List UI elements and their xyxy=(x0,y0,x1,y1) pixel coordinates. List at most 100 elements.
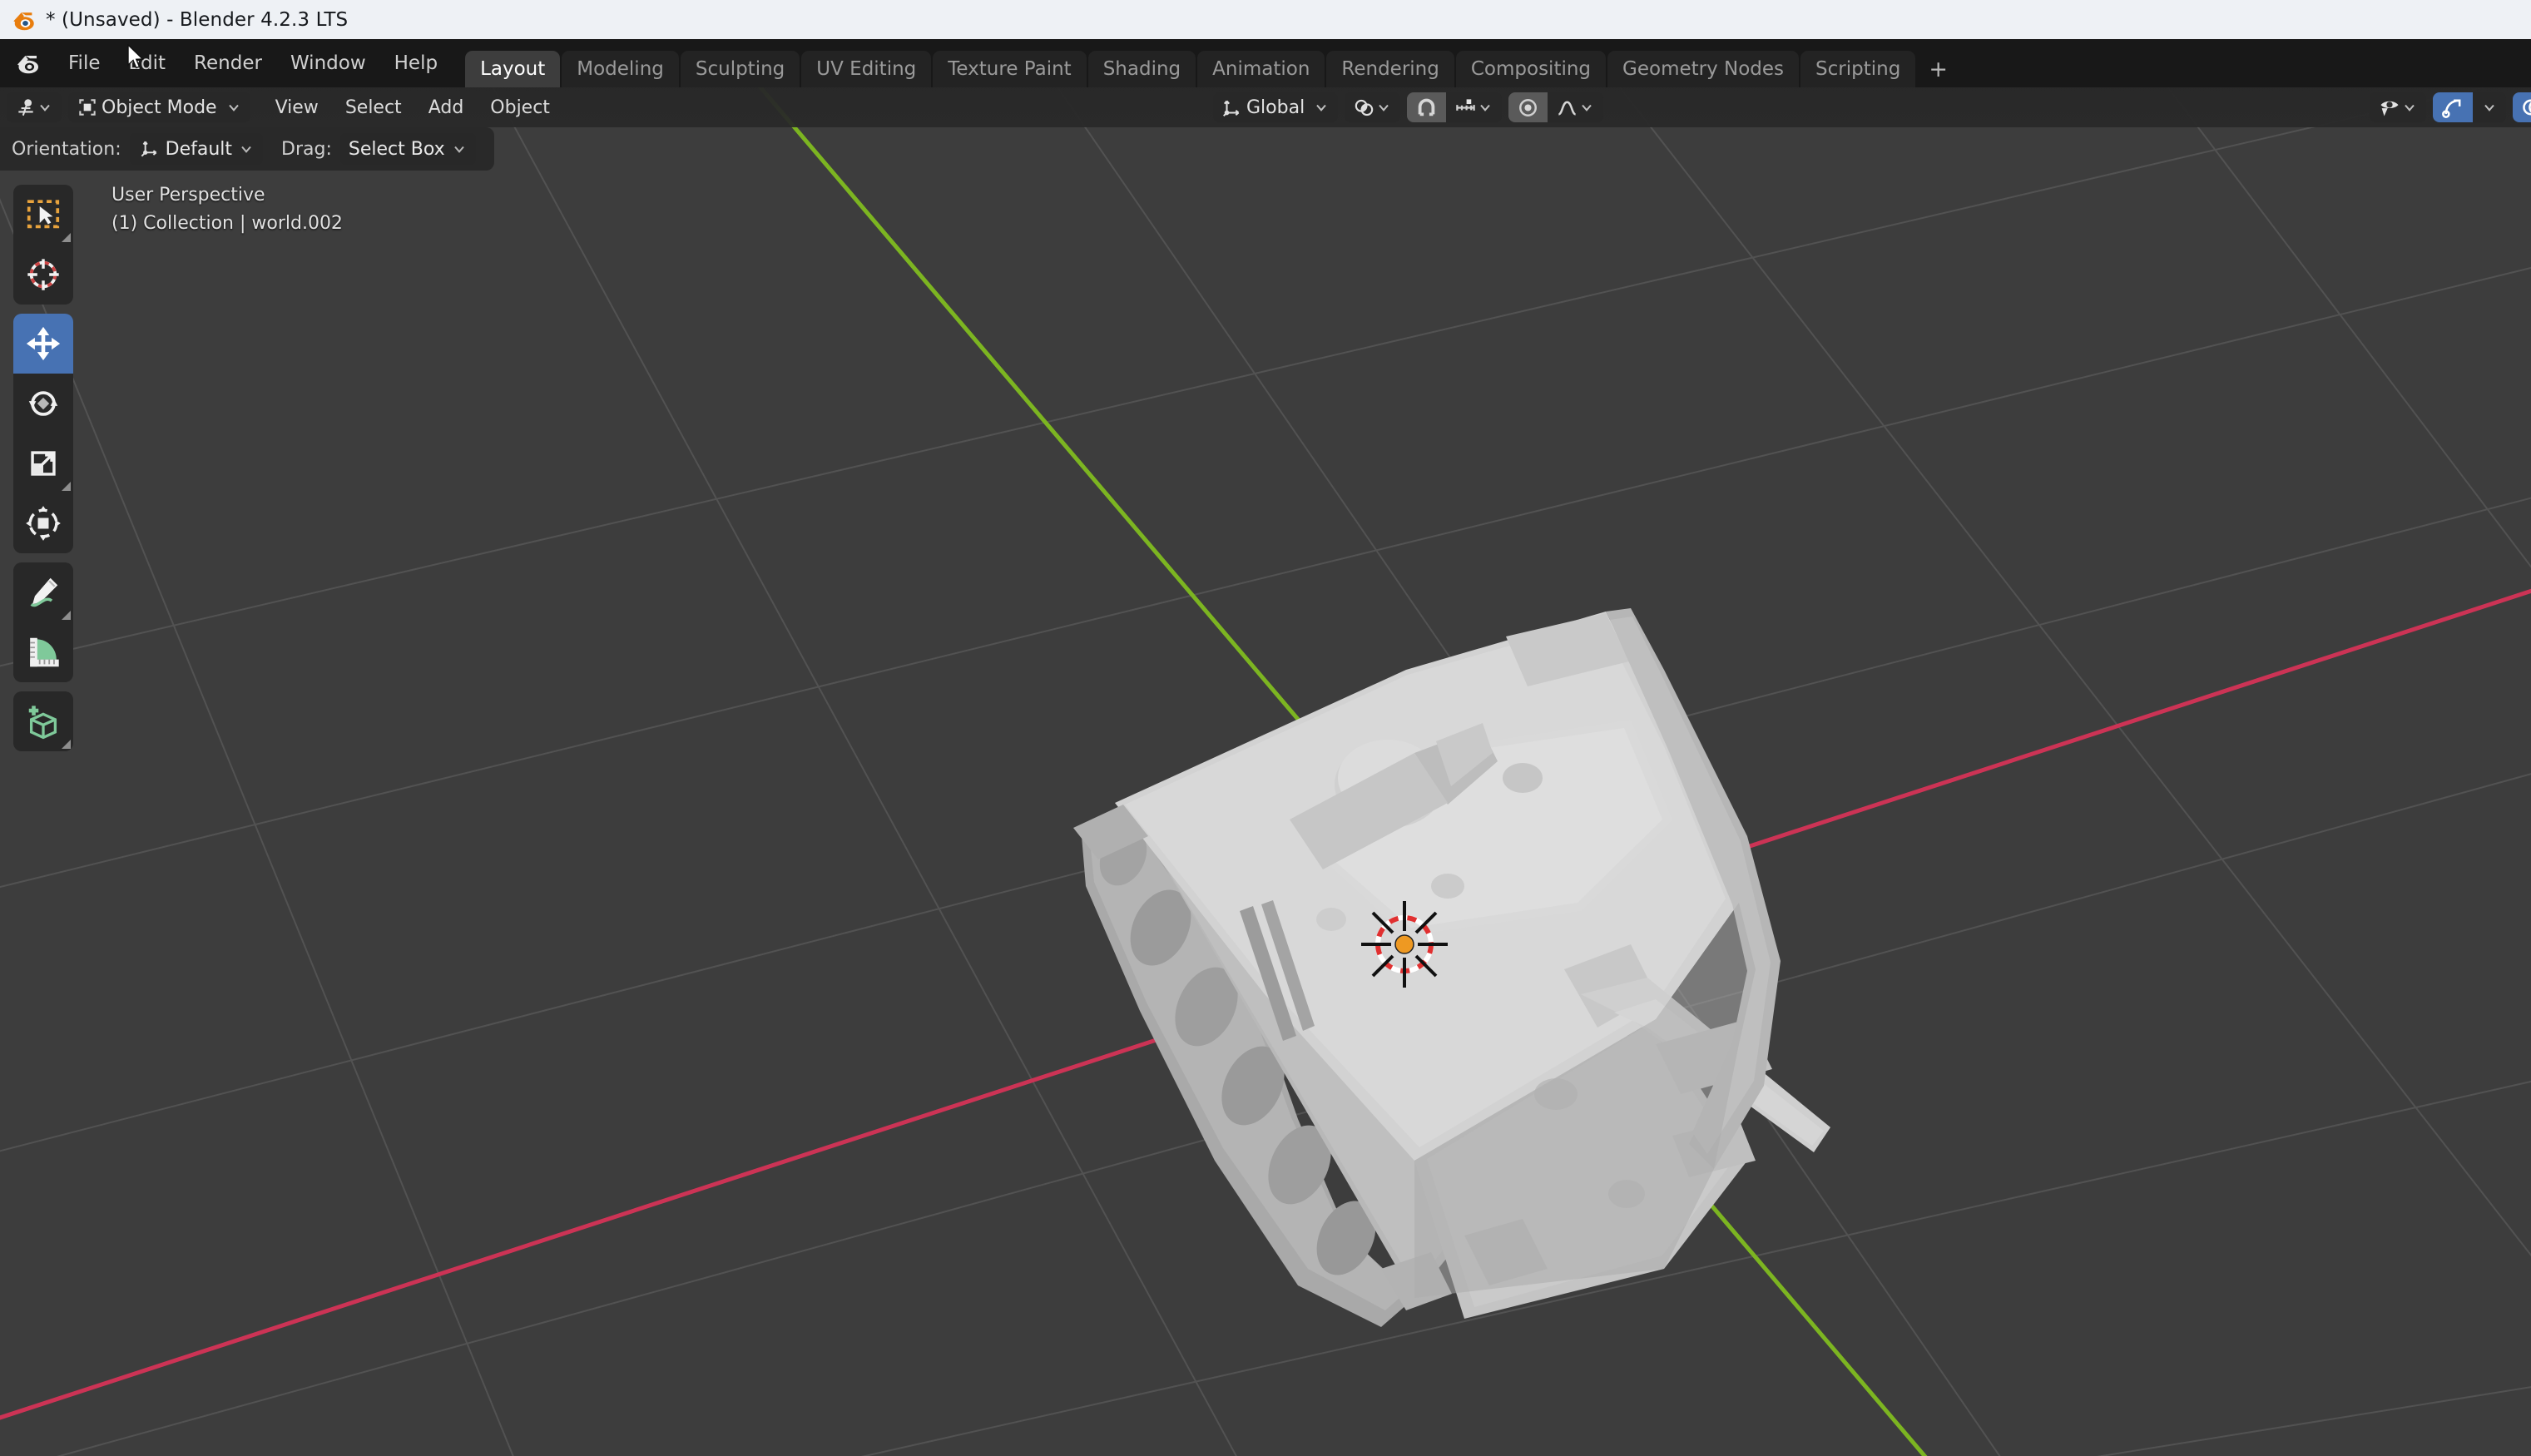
tool-rotate[interactable] xyxy=(13,374,73,433)
chevron-down-icon xyxy=(453,146,464,153)
gizmo-options-dropdown[interactable] xyxy=(2473,92,2506,122)
tool-add-cube[interactable] xyxy=(13,691,73,751)
viewport-header: Object Mode View Select Add Object Globa… xyxy=(0,87,2531,127)
orientation-label: Orientation: xyxy=(12,138,121,160)
chevron-down-icon xyxy=(1379,104,1389,111)
drag-dropdown[interactable]: Select Box xyxy=(339,133,476,165)
viewport-menu-object[interactable]: Object xyxy=(477,87,563,127)
orientation-value: Default xyxy=(165,138,233,160)
menu-item-render[interactable]: Render xyxy=(180,39,276,87)
snap-increment-icon xyxy=(1456,98,1475,111)
drag-value: Select Box xyxy=(348,138,445,160)
object-mode-dropdown[interactable]: Object Mode xyxy=(68,92,250,122)
overlays-group xyxy=(2513,92,2531,122)
window-title: * (Unsaved) - Blender 4.2.3 LTS xyxy=(46,8,349,31)
chevron-down-icon xyxy=(2405,104,2415,111)
chevron-down-icon xyxy=(228,104,239,111)
add-workspace-button[interactable]: + xyxy=(1917,51,1959,87)
tab-uv-editing[interactable]: UV Editing xyxy=(801,51,932,87)
smooth-falloff-icon xyxy=(1558,101,1577,116)
toolbar-group-add xyxy=(13,691,73,751)
tab-animation[interactable]: Animation xyxy=(1197,51,1325,87)
proportional-editing-icon xyxy=(1519,98,1538,116)
tab-sculpting[interactable]: Sculpting xyxy=(680,51,800,87)
transform-orientation-dropdown[interactable]: Global xyxy=(1213,92,1339,122)
proportional-editing-group xyxy=(1508,92,1604,122)
scale-icon xyxy=(31,451,56,476)
chevron-down-icon xyxy=(241,146,251,153)
chevron-down-icon xyxy=(2484,104,2494,111)
snap-to-dropdown[interactable] xyxy=(1446,92,1503,122)
editor-type-selector[interactable] xyxy=(7,92,62,122)
measure-ruler-icon xyxy=(30,637,59,667)
rotate-icon xyxy=(28,391,58,416)
tool-measure[interactable] xyxy=(13,622,73,682)
viewport-menu-add[interactable]: Add xyxy=(415,87,478,127)
magnet-icon xyxy=(1418,98,1435,116)
tab-shading[interactable]: Shading xyxy=(1087,51,1196,87)
visibility-group xyxy=(2370,92,2426,122)
select-box-cursor-icon xyxy=(27,200,60,229)
tool-submenu-indicator xyxy=(62,740,71,749)
show-gizmo-toggle[interactable] xyxy=(2433,92,2473,122)
pivot-point-group xyxy=(1345,92,1401,122)
transform-orientation-label: Global xyxy=(1246,97,1305,118)
pivot-point-dropdown[interactable] xyxy=(1345,92,1401,122)
add-cube-icon xyxy=(28,706,57,740)
tool-move[interactable] xyxy=(13,314,73,374)
tab-scripting[interactable]: Scripting xyxy=(1800,51,1916,87)
viewport-toolbar xyxy=(13,185,73,760)
transform-orientation-group: Global xyxy=(1213,92,1339,122)
tool-submenu-indicator xyxy=(62,233,71,242)
top-menu-bar: File Edit Render Window Help Layout Mode… xyxy=(0,39,2531,87)
chevron-down-icon xyxy=(1316,104,1326,111)
object-visibility-dropdown[interactable] xyxy=(2370,92,2426,122)
overlays-icon xyxy=(2523,99,2531,116)
gizmo-icon xyxy=(2442,99,2461,118)
viewport-menu-view[interactable]: View xyxy=(262,87,332,127)
transform-icon xyxy=(26,506,61,541)
toolbar-group-transform xyxy=(13,314,73,553)
show-overlays-toggle[interactable] xyxy=(2513,92,2531,122)
viewport-menu-select[interactable]: Select xyxy=(332,87,415,127)
snap-magnet-toggle[interactable] xyxy=(1407,92,1447,122)
menu-item-file[interactable]: File xyxy=(54,39,115,87)
orientation-axes-icon xyxy=(1222,100,1240,117)
tool-annotate[interactable] xyxy=(13,562,73,622)
tool-transform[interactable] xyxy=(13,493,73,553)
object-mode-label: Object Mode xyxy=(102,97,217,118)
menu-item-edit[interactable]: Edit xyxy=(115,39,181,87)
drag-label: Drag: xyxy=(281,138,332,160)
window-titlebar: * (Unsaved) - Blender 4.2.3 LTS xyxy=(0,0,2531,39)
tab-texture-paint[interactable]: Texture Paint xyxy=(933,51,1087,87)
tab-compositing[interactable]: Compositing xyxy=(1455,51,1607,87)
menu-item-window[interactable]: Window xyxy=(276,39,380,87)
tab-rendering[interactable]: Rendering xyxy=(1326,51,1454,87)
orientation-dropdown[interactable]: Default xyxy=(129,133,264,165)
object-mode-icon xyxy=(79,99,96,116)
visibility-eye-icon xyxy=(2380,101,2399,116)
3d-viewport[interactable] xyxy=(0,87,2531,1456)
snap-group xyxy=(1407,92,1503,122)
tab-geometry-nodes[interactable]: Geometry Nodes xyxy=(1607,51,1800,87)
mode-selector-group: Object Mode xyxy=(68,92,250,122)
chevron-down-icon xyxy=(40,104,50,111)
proportional-editing-toggle[interactable] xyxy=(1508,92,1548,122)
blender-icon[interactable] xyxy=(14,49,42,77)
blender-logo-icon xyxy=(13,12,34,30)
annotate-pencil-icon xyxy=(30,577,58,607)
workspace-tabs: Layout Modeling Sculpting UV Editing Tex… xyxy=(465,39,1959,87)
tool-cursor[interactable] xyxy=(13,245,73,305)
editor-type-group xyxy=(7,92,62,122)
tool-scale[interactable] xyxy=(13,433,73,493)
tab-modeling[interactable]: Modeling xyxy=(562,51,679,87)
tab-layout[interactable]: Layout xyxy=(465,51,561,87)
3d-cursor-icon xyxy=(1361,901,1448,988)
tool-tweak-select-box[interactable] xyxy=(13,185,73,245)
menu-item-help[interactable]: Help xyxy=(380,39,452,87)
chevron-down-icon xyxy=(1480,104,1490,111)
orientation-default-icon xyxy=(141,141,156,157)
tool-submenu-indicator xyxy=(62,482,71,491)
proportional-falloff-dropdown[interactable] xyxy=(1548,92,1604,122)
gizmo-group xyxy=(2433,92,2506,122)
